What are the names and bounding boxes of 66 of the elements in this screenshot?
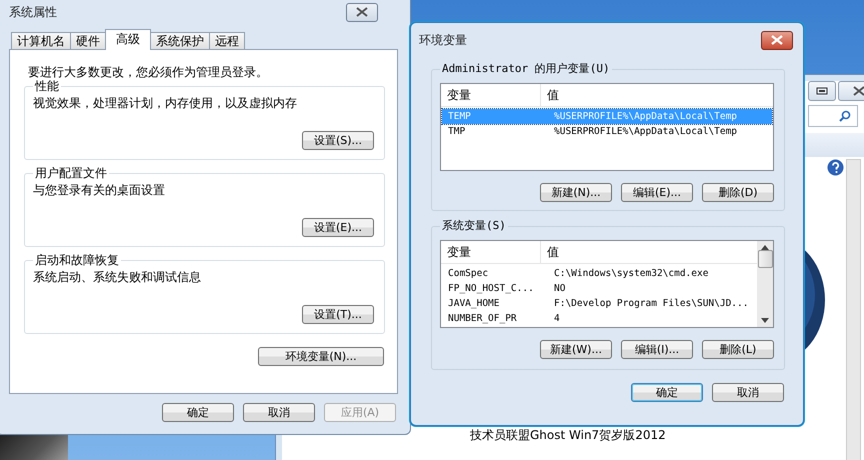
dialog-button[interactable]: 确定 [631, 383, 703, 402]
list-action-button[interactable]: 编辑(I)... [621, 340, 693, 359]
variable-value: NO [553, 282, 566, 296]
scrollbar[interactable] [757, 241, 773, 327]
variable-row[interactable]: JAVA_HOME F:\Develop Program Files\SUN\JD... [442, 296, 756, 311]
column-header[interactable]: 值 [541, 241, 757, 263]
search-field[interactable] [808, 105, 858, 127]
close-button[interactable] [346, 2, 378, 22]
group-description: 系统启动、系统失败和调试信息 [33, 269, 202, 285]
tab[interactable]: 高级 [105, 29, 151, 50]
up-arrow-icon [761, 245, 769, 250]
settings-button[interactable]: 设置(T)... [302, 305, 374, 324]
computer-name-text: 技术员联盟Ghost Win7贺岁版2012 [470, 427, 666, 444]
settings-button[interactable]: 设置(S)... [302, 131, 374, 150]
close-icon [770, 35, 784, 45]
tab[interactable]: 系统保护 [150, 32, 210, 49]
close-icon [852, 86, 864, 96]
variable-value: %USERPROFILE%\AppData\Local\Temp [553, 110, 738, 124]
help-icon[interactable] [827, 159, 844, 176]
variable-name: NUMBER_OF_PR [447, 312, 518, 326]
search-icon [839, 110, 851, 122]
window-title: 环境变量 [419, 32, 467, 48]
variable-name: ComSpec [447, 267, 490, 281]
restore-button[interactable] [808, 81, 836, 101]
variable-value: %USERPROFILE%\AppData\Local\Temp [553, 125, 738, 139]
group-title: 性能 [33, 78, 61, 94]
scroll-thumb[interactable] [758, 250, 772, 268]
variable-row[interactable]: FP_NO_HOST_C... NO [442, 281, 756, 296]
tab[interactable]: 硬件 [70, 32, 106, 49]
group-title: 启动和故障恢复 [33, 252, 121, 268]
column-header[interactable]: 值 [541, 84, 773, 106]
notice-text: 要进行大多数更改，您必须作为管理员登录。 [28, 64, 269, 80]
close-button[interactable] [761, 30, 793, 50]
group-description: 与您登录有关的桌面设置 [33, 182, 166, 198]
variable-value: C:\Windows\system32\cmd.exe [553, 267, 710, 281]
list-action-button[interactable]: 新建(N)... [540, 183, 612, 202]
column-header[interactable]: 变量 [441, 84, 541, 106]
variable-name: TEMP [447, 110, 472, 124]
variable-row[interactable]: TMP %USERPROFILE%\AppData\Local\Temp [442, 124, 772, 139]
scrollbar[interactable] [846, 159, 861, 460]
list-action-button[interactable]: 编辑(E)... [621, 183, 693, 202]
environment-variables-button[interactable]: 环境变量(N)... [258, 347, 384, 366]
settings-button[interactable]: 设置(E)... [302, 218, 374, 237]
close-icon [355, 7, 369, 17]
list-action-button[interactable]: 删除(D) [702, 183, 774, 202]
window-title: 系统属性 [9, 4, 57, 20]
dialog-button[interactable]: 取消 [243, 403, 315, 422]
dialog-button[interactable]: 确定 [162, 403, 234, 422]
list-action-button[interactable]: 新建(W)... [540, 340, 612, 359]
dialog-button[interactable]: 取消 [712, 383, 784, 402]
variable-row[interactable]: ComSpec C:\Windows\system32\cmd.exe [442, 266, 756, 281]
variable-name: TMP [447, 125, 466, 139]
list-action-button[interactable]: 删除(L) [702, 340, 774, 359]
restore-icon [816, 87, 828, 95]
variable-name: FP_NO_HOST_C... [447, 282, 535, 296]
variable-value: 4 [553, 312, 561, 326]
group-description: 视觉效果，处理器计划，内存使用，以及虚拟内存 [33, 95, 298, 111]
variable-value: F:\Develop Program Files\SUN\JD... [553, 297, 750, 311]
variable-row[interactable]: NUMBER_OF_PR 4 [442, 311, 756, 326]
variable-name: JAVA_HOME [447, 297, 500, 311]
down-arrow-icon [761, 318, 769, 323]
thumbnail-image [0, 435, 68, 460]
tab[interactable]: 远程 [209, 32, 245, 49]
tab[interactable]: 计算机名 [11, 32, 71, 49]
group-title: 用户配置文件 [33, 165, 109, 181]
column-header[interactable]: 变量 [441, 241, 541, 263]
